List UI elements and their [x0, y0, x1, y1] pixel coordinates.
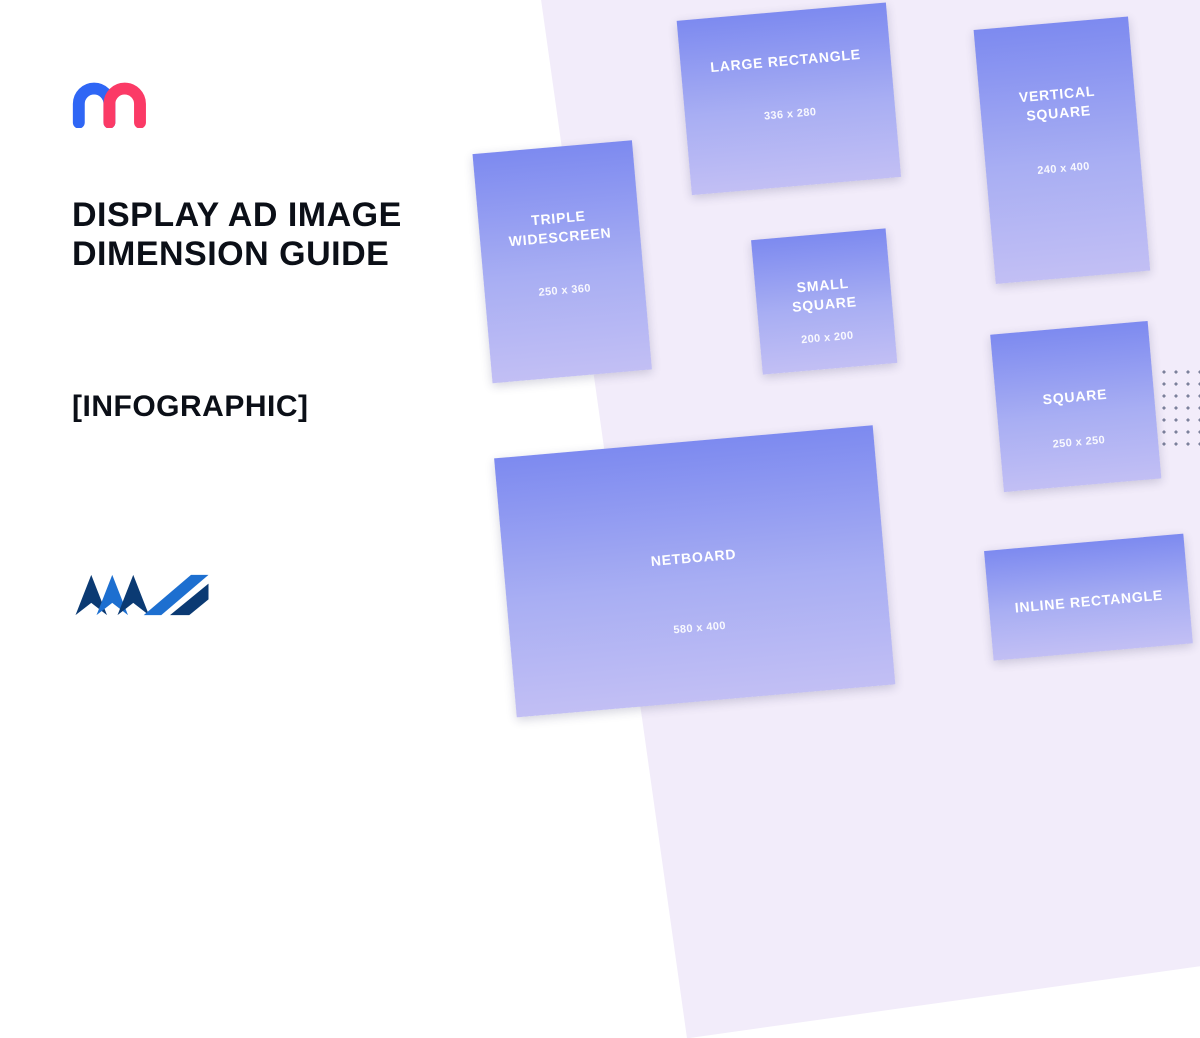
left-column: DISPLAY AD IMAGE DIMENSION GUIDE [INFOGR…	[0, 0, 430, 675]
ad-tile-board: LARGE RECTANGLE 336 x 280 VERTICAL SQUAR…	[401, 0, 1200, 722]
tile-netboard: NETBOARD 580 x 400	[494, 425, 895, 717]
tile-size: 240 x 400	[1037, 160, 1090, 177]
tile-label: SMALL SQUARE	[755, 270, 893, 319]
tile-label: TRIPLE WIDESCREEN	[478, 202, 641, 254]
headline-text: DISPLAY AD IMAGE DIMENSION GUIDE	[72, 196, 402, 274]
tile-large-rectangle: LARGE RECTANGLE 336 x 280	[677, 3, 901, 196]
tile-size: 336 x 280	[764, 106, 817, 123]
tile-label: LARGE RECTANGLE	[698, 44, 874, 78]
tile-label: NETBOARD	[638, 544, 749, 572]
headline: DISPLAY AD IMAGE DIMENSION GUIDE	[72, 196, 402, 274]
tile-square: SQUARE 250 x 250	[990, 321, 1161, 492]
tile-label: INLINE RECTANGLE	[1002, 585, 1176, 619]
tile-size: 580 x 400	[673, 620, 726, 637]
tile-triple-widescreen: TRIPLE WIDESCREEN 250 x 360	[472, 140, 651, 383]
tile-label: SQUARE	[1030, 384, 1120, 411]
tile-size: 200 x 200	[801, 329, 854, 346]
tile-small-square: SMALL SQUARE 200 x 200	[751, 228, 897, 374]
tile-size: 250 x 250	[1052, 434, 1105, 451]
subhead: [INFOGRAPHIC]	[72, 390, 308, 424]
tile-vertical-square: VERTICAL SQUARE 240 x 400	[974, 16, 1151, 284]
tile-inline-rectangle: INLINE RECTANGLE	[984, 534, 1193, 661]
logo-footer-icon	[72, 569, 212, 621]
tile-label: VERTICAL SQUARE	[979, 78, 1137, 129]
logo-top-icon	[72, 78, 157, 128]
subhead-text: [INFOGRAPHIC]	[72, 390, 308, 424]
infographic-canvas: DISPLAY AD IMAGE DIMENSION GUIDE [INFOGR…	[0, 0, 1200, 675]
tile-size: 250 x 360	[538, 282, 591, 299]
